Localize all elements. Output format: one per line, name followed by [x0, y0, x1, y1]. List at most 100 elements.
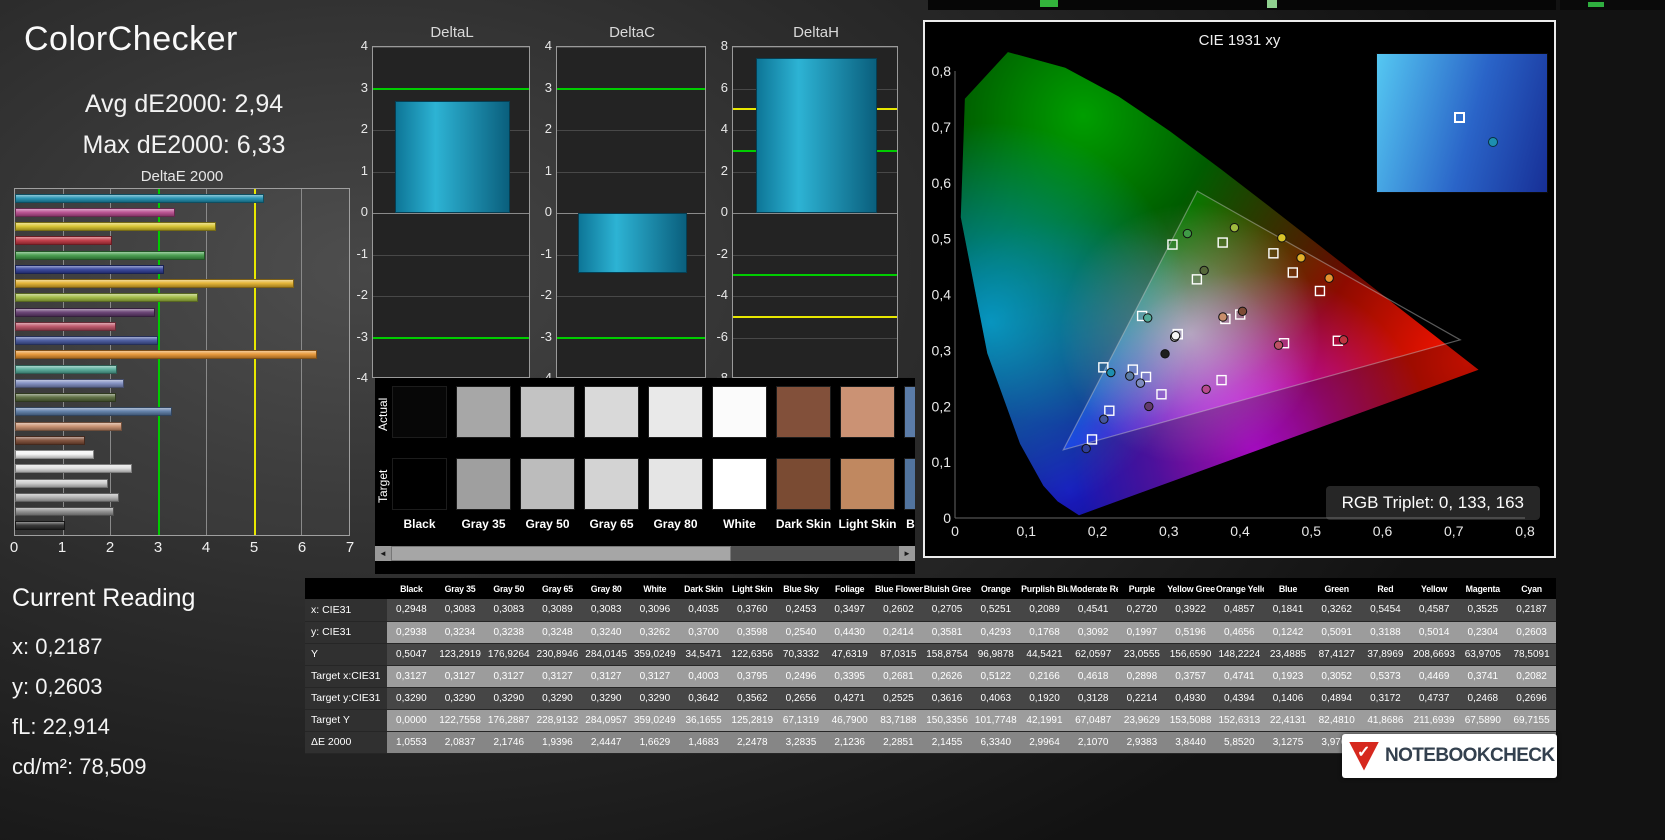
table-cell: 0,2705 — [923, 599, 972, 621]
table-header: Foliage — [825, 578, 874, 599]
table-cell: 2,1236 — [825, 731, 874, 753]
table-cell: 156,6590 — [1166, 643, 1215, 665]
axis-tick-label: 2 — [708, 164, 728, 178]
table-cell: 0,2603 — [1507, 621, 1556, 643]
swatch-actual — [712, 386, 767, 438]
table-cell: 0,5196 — [1166, 621, 1215, 643]
axis-tick-label: 1 — [532, 164, 552, 178]
reading-fl: fL: 22,914 — [12, 707, 195, 747]
table-header: Blue Sky — [777, 578, 826, 599]
table-cell: 34,5471 — [679, 643, 728, 665]
table-cell: 284,0145 — [582, 643, 631, 665]
deltal-title: DeltaL — [372, 24, 532, 41]
table-cell: 0,4003 — [679, 665, 728, 687]
current-reading-title: Current Reading — [12, 584, 195, 613]
table-cell: 0,1406 — [1264, 687, 1313, 709]
deltae-bar — [15, 464, 132, 473]
table-cell: 0,2187 — [1507, 599, 1556, 621]
axis-tick-label: -2 — [708, 247, 728, 261]
table-cell: 46,7900 — [825, 709, 874, 731]
table-cell: 3,1275 — [1264, 731, 1313, 753]
scrollbar-thumb[interactable] — [391, 546, 731, 561]
table-cell: 0,4741 — [1215, 665, 1264, 687]
table-row-label: x: CIE31 — [305, 599, 387, 621]
deltae-bar — [15, 279, 294, 288]
deltae-bar — [15, 322, 116, 331]
table-header: Purplish Blue — [1020, 578, 1069, 599]
table-cell: 37,8969 — [1361, 643, 1410, 665]
table-cell: 284,0957 — [582, 709, 631, 731]
table-cell: 0,5454 — [1361, 599, 1410, 621]
table-row-label: Target y:CIE31 — [305, 687, 387, 709]
table-cell: 0,3127 — [484, 665, 533, 687]
table-cell: 0,4271 — [825, 687, 874, 709]
table: BlackGray 35Gray 50Gray 65Gray 80WhiteDa… — [305, 578, 1556, 754]
table-cell: 96,9878 — [971, 643, 1020, 665]
swatch-actual — [456, 386, 511, 438]
table-cell: 0,3234 — [436, 621, 485, 643]
cie-x-tick: 0,8 — [1515, 523, 1535, 539]
table-cell: 0,3395 — [825, 665, 874, 687]
table-cell: 359,0249 — [631, 709, 680, 731]
swatch-actual — [520, 386, 575, 438]
table-cell: 123,2919 — [436, 643, 485, 665]
table-cell: 101,7748 — [971, 709, 1020, 731]
table-header: Orange Yellow — [1215, 578, 1264, 599]
table-header: Yellow — [1410, 578, 1459, 599]
table-cell: 0,2696 — [1507, 687, 1556, 709]
swatch-target — [584, 458, 639, 510]
deltae-bar — [15, 236, 112, 245]
axis-tick-label: -1 — [532, 247, 552, 261]
table-cell: 0,4618 — [1069, 665, 1118, 687]
table-cell: 208,6693 — [1410, 643, 1459, 665]
swatch-label: Light Skin — [835, 517, 900, 531]
reading-y: y: 0,2603 — [12, 667, 195, 707]
table-cell: 0,2948 — [387, 599, 436, 621]
table-header: Green — [1312, 578, 1361, 599]
cie-y-tick: 0,6 — [932, 175, 952, 191]
table-cell: 0,3290 — [387, 687, 436, 709]
table-cell: 0,3240 — [582, 621, 631, 643]
table-cell: 67,0487 — [1069, 709, 1118, 731]
table-cell: 0,4063 — [971, 687, 1020, 709]
table-header: Gray 65 — [533, 578, 582, 599]
swatch-actual — [584, 386, 639, 438]
table-cell: 0,5122 — [971, 665, 1020, 687]
gridline — [557, 130, 705, 131]
table-cell: 0,3262 — [631, 621, 680, 643]
table-cell: 1,9396 — [533, 731, 582, 753]
table-cell: 1,4683 — [679, 731, 728, 753]
cie-y-tick: 0 — [943, 510, 951, 526]
table-header: Gray 50 — [484, 578, 533, 599]
axis-tick-label: 4 — [708, 122, 728, 136]
toolbar-fragment-right — [1560, 0, 1665, 10]
gridline — [557, 47, 705, 48]
deltah-chart: DeltaH 86420-2-4-6-8 — [708, 24, 900, 402]
axis-tick-label: 0 — [348, 205, 368, 219]
axis-tick-label: -3 — [532, 330, 552, 344]
table-header: Magenta — [1458, 578, 1507, 599]
table-row-label: Y — [305, 643, 387, 665]
table-cell: 0,2626 — [923, 665, 972, 687]
scroll-left-button[interactable]: ◄ — [375, 546, 391, 561]
table-header: Moderate Red — [1069, 578, 1118, 599]
axis-tick-label: 4 — [348, 39, 368, 53]
table-cell: 0,3127 — [631, 665, 680, 687]
swatch-actual — [648, 386, 703, 438]
cie-y-tick: 0,4 — [932, 287, 952, 303]
reference-line-green — [557, 88, 705, 90]
inset-target-square — [1454, 112, 1465, 123]
table-cell: 0,5251 — [971, 599, 1020, 621]
cie-x-tick: 0 — [951, 523, 959, 539]
table-cell: 0,5047 — [387, 643, 436, 665]
table-cell: 0,2304 — [1458, 621, 1507, 643]
axis-tick-label: 1 — [348, 164, 368, 178]
scroll-right-button[interactable]: ► — [899, 546, 915, 561]
swatch-actual — [904, 386, 915, 438]
axis-tick-label: 3 — [154, 539, 162, 556]
table-cell: 0,4930 — [1166, 687, 1215, 709]
table-cell: 23,4885 — [1264, 643, 1313, 665]
inset-measured-dot — [1488, 137, 1498, 147]
table-cell: 42,1991 — [1020, 709, 1069, 731]
swatch-scrollbar[interactable]: ◄ ► — [375, 546, 915, 561]
